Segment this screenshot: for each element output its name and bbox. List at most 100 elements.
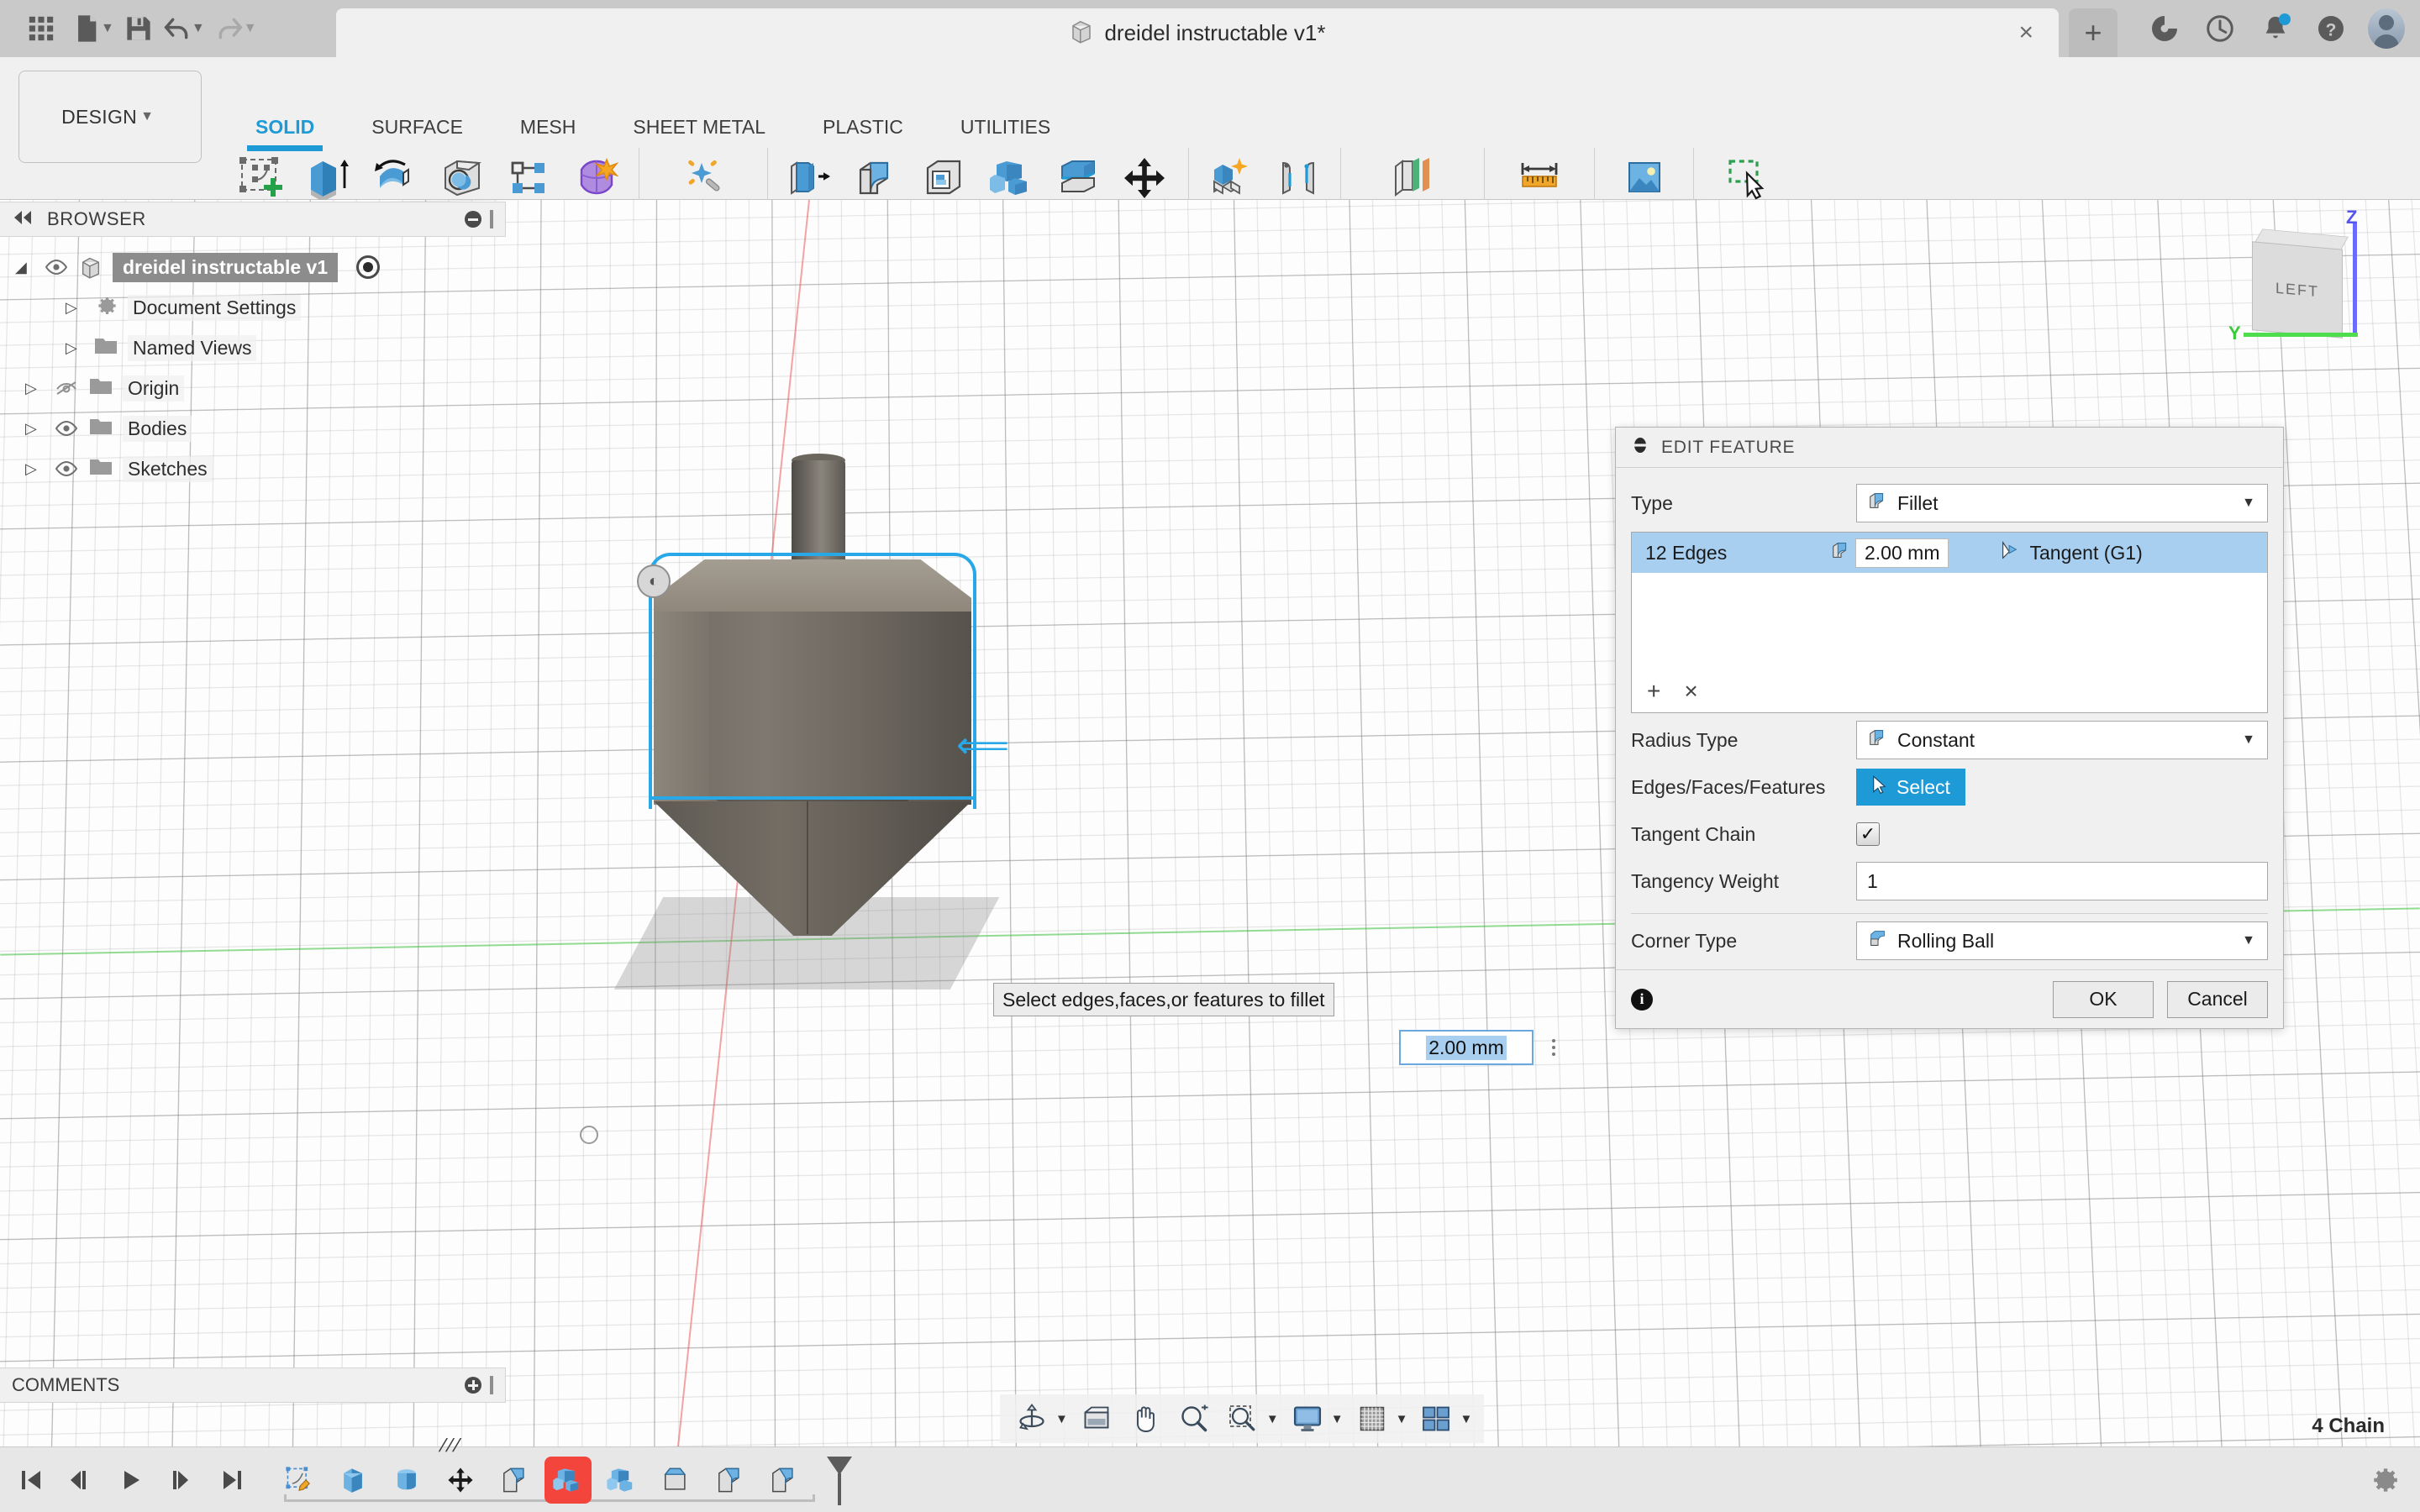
save-icon[interactable]	[119, 3, 158, 55]
zoom-icon[interactable]	[1174, 1399, 1214, 1439]
timeline-item-combine-active[interactable]	[544, 1456, 592, 1504]
tangent-chain-checkbox[interactable]: ✓	[1856, 822, 1880, 846]
inline-radius-input[interactable]: 2.00 mm	[1399, 1030, 1534, 1065]
go-to-start-icon[interactable]	[17, 1465, 45, 1495]
expand-arrow-icon[interactable]: ▷	[25, 460, 44, 478]
app-grid-icon[interactable]	[15, 3, 67, 55]
tree-item-sketches[interactable]: ▷ Sketches	[0, 449, 504, 489]
timeline-item-fillet-3[interactable]	[760, 1457, 807, 1504]
dialog-collapse-icon[interactable]	[1631, 436, 1649, 459]
nav-viewports[interactable]: ▼	[1416, 1399, 1472, 1439]
expand-arrow-icon[interactable]: ▷	[66, 299, 84, 317]
step-back-icon[interactable]	[67, 1465, 96, 1495]
comments-panel-header[interactable]: COMMENTS	[0, 1368, 506, 1403]
new-tab-button[interactable]: +	[2069, 8, 2118, 57]
cancel-button[interactable]: Cancel	[2167, 980, 2268, 1018]
activate-component-radio[interactable]	[356, 255, 381, 279]
viewports-icon[interactable]	[1416, 1399, 1456, 1439]
chevron-down-icon[interactable]: ▼	[2242, 933, 2255, 948]
zoom-window-icon[interactable]	[1223, 1399, 1263, 1439]
tab-utilities[interactable]: UTILITIES	[932, 109, 1079, 144]
timeline-item-extrude[interactable]	[329, 1457, 376, 1504]
avatar[interactable]	[2368, 8, 2405, 49]
tangency-weight-input[interactable]: 1	[1856, 862, 2268, 900]
select-button[interactable]: Select	[1856, 769, 1965, 806]
radius-type-select[interactable]: Constant ▼	[1856, 721, 2268, 759]
panel-resize-grip[interactable]	[490, 210, 493, 228]
display-settings-icon[interactable]	[1287, 1399, 1328, 1439]
tree-item-document-settings[interactable]: ▷ Document Settings	[0, 287, 504, 328]
chevron-down-icon[interactable]: ▼	[1055, 1412, 1068, 1426]
browser-collapse-all-icon[interactable]	[465, 211, 481, 228]
pan-hand-icon[interactable]	[1125, 1399, 1165, 1439]
timeline-item-revolve[interactable]	[383, 1457, 430, 1504]
file-menu-caret-icon[interactable]: ▼	[101, 21, 114, 36]
nav-zoom-window[interactable]: ▼	[1223, 1399, 1279, 1439]
tab-mesh[interactable]: MESH	[492, 109, 604, 144]
chevron-down-icon[interactable]: ▼	[1266, 1412, 1279, 1426]
edge-radius-input[interactable]: 2.00 mm	[1855, 538, 1949, 568]
dialog-header[interactable]: EDIT FEATURE	[1616, 428, 2283, 468]
notifications-bell-icon[interactable]	[2257, 10, 2294, 47]
document-tab[interactable]: dreidel instructable v1* ×	[336, 8, 2059, 57]
inline-input-options-icon[interactable]	[1546, 1030, 1561, 1065]
tab-sheet-metal[interactable]: SHEET METAL	[604, 109, 794, 144]
ok-button[interactable]: OK	[2053, 980, 2154, 1018]
edge-selection-list[interactable]: 12 Edges 2.00 mm Tangent (G1) + ×	[1631, 532, 2268, 713]
tree-item-bodies[interactable]: ▷ Bodies	[0, 408, 504, 449]
undo-menu-caret-icon[interactable]: ▼	[192, 21, 205, 36]
workspace-switcher[interactable]: DESIGN ▼	[18, 71, 202, 163]
view-cube[interactable]: LEFT Z Y	[2228, 207, 2396, 378]
fillet-manipulator-badge[interactable]: ◐	[637, 564, 671, 598]
help-icon[interactable]: ?	[2312, 10, 2349, 47]
timeline-item-fillet-1[interactable]	[491, 1457, 538, 1504]
tree-item-root[interactable]: ◢ dreidel instructable v1	[0, 247, 504, 287]
timeline-end-marker[interactable]	[827, 1456, 852, 1505]
visibility-eye-icon[interactable]	[54, 421, 79, 436]
grid-snaps-icon[interactable]	[1352, 1399, 1392, 1439]
close-icon[interactable]: ×	[2018, 20, 2033, 45]
nav-display-settings[interactable]: ▼	[1287, 1399, 1344, 1439]
extension-icon[interactable]	[2146, 10, 2183, 47]
history-clock-icon[interactable]	[2202, 10, 2238, 47]
chevron-down-icon[interactable]: ▼	[1396, 1412, 1408, 1426]
tab-surface[interactable]: SURFACE	[343, 109, 492, 144]
timeline-item-fillet-2[interactable]	[706, 1457, 753, 1504]
redo-menu-caret-icon[interactable]: ▼	[244, 21, 257, 36]
visibility-eye-icon[interactable]	[44, 260, 69, 275]
corner-type-select[interactable]: Rolling Ball ▼	[1856, 921, 2268, 960]
nav-orbit[interactable]: ▼	[1012, 1399, 1068, 1439]
expand-arrow-icon[interactable]: ◢	[15, 259, 34, 276]
chevron-down-icon[interactable]: ▼	[1460, 1412, 1472, 1426]
play-icon[interactable]	[118, 1465, 146, 1495]
chevron-down-icon[interactable]: ▼	[2242, 496, 2255, 511]
step-forward-icon[interactable]	[168, 1465, 197, 1495]
expand-arrow-icon[interactable]: ▷	[66, 339, 84, 357]
tab-solid[interactable]: SOLID	[227, 109, 343, 151]
remove-selection-button[interactable]: ×	[1684, 678, 1697, 705]
timeline-settings-gear-icon[interactable]	[2365, 1461, 2403, 1499]
chevron-down-icon[interactable]: ▼	[2242, 732, 2255, 748]
timeline-item-sketch[interactable]	[276, 1457, 323, 1504]
type-select[interactable]: Fillet ▼	[1856, 484, 2268, 522]
timeline-item-move[interactable]	[437, 1457, 484, 1504]
expand-arrow-icon[interactable]: ▷	[25, 420, 44, 438]
dreidel-model[interactable]: ◐ ⟸	[613, 454, 1025, 990]
tree-item-origin[interactable]: ▷ Origin	[0, 368, 504, 408]
table-row[interactable]: 12 Edges 2.00 mm Tangent (G1)	[1632, 533, 2267, 573]
add-selection-button[interactable]: +	[1647, 678, 1660, 705]
tree-item-named-views[interactable]: ▷ Named Views	[0, 328, 504, 368]
timeline-item-combine-2[interactable]	[598, 1457, 645, 1504]
edge-continuity[interactable]: Tangent (G1)	[1999, 539, 2143, 566]
view-cube-left-face[interactable]: LEFT	[2252, 241, 2343, 339]
visibility-eye-icon[interactable]	[54, 461, 79, 476]
nav-grid-snaps[interactable]: ▼	[1352, 1399, 1408, 1439]
tab-plastic[interactable]: PLASTIC	[794, 109, 932, 144]
fillet-drag-arrow-icon[interactable]: ⟸	[956, 727, 1009, 764]
go-to-end-icon[interactable]	[218, 1465, 247, 1495]
add-comment-icon[interactable]	[465, 1377, 481, 1394]
orbit-icon[interactable]	[1012, 1399, 1052, 1439]
panel-resize-grip[interactable]	[490, 1376, 493, 1394]
visibility-eye-hidden-icon[interactable]	[54, 380, 79, 396]
timeline-item-chamfer[interactable]	[652, 1457, 699, 1504]
